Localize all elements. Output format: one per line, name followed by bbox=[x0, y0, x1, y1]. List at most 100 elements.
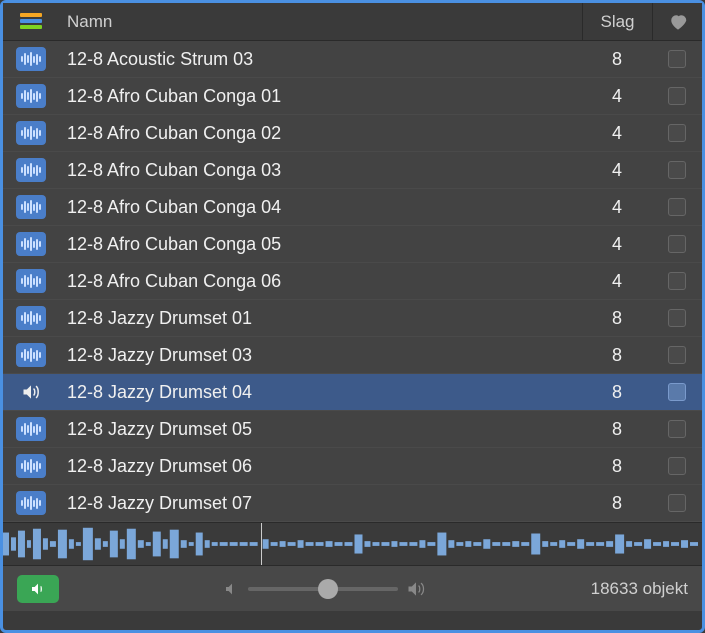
favorite-cell[interactable] bbox=[652, 124, 702, 142]
loop-beats: 8 bbox=[582, 345, 652, 366]
volume-high-icon bbox=[406, 579, 426, 599]
favorite-checkbox[interactable] bbox=[668, 457, 686, 475]
favorite-cell[interactable] bbox=[652, 494, 702, 512]
loop-beats: 4 bbox=[582, 123, 652, 144]
list-view-icon bbox=[20, 13, 42, 31]
favorite-cell[interactable] bbox=[652, 272, 702, 290]
loop-row[interactable]: 12-8 Jazzy Drumset 018 bbox=[3, 300, 702, 337]
loop-row[interactable]: 12-8 Jazzy Drumset 038 bbox=[3, 337, 702, 374]
row-type-icon-cell[interactable] bbox=[3, 343, 59, 367]
audio-loop-icon bbox=[16, 269, 46, 293]
table-header: Namn Slag bbox=[3, 3, 702, 41]
audio-loop-icon bbox=[16, 417, 46, 441]
loop-row[interactable]: 12-8 Afro Cuban Conga 064 bbox=[3, 263, 702, 300]
loop-name: 12-8 Jazzy Drumset 04 bbox=[59, 382, 582, 403]
row-type-icon-cell[interactable] bbox=[3, 158, 59, 182]
loop-row[interactable]: 12-8 Afro Cuban Conga 014 bbox=[3, 78, 702, 115]
loop-beats: 8 bbox=[582, 308, 652, 329]
loop-beats: 4 bbox=[582, 271, 652, 292]
row-type-icon-cell[interactable] bbox=[3, 417, 59, 441]
volume-slider[interactable] bbox=[248, 587, 398, 591]
favorite-checkbox[interactable] bbox=[668, 494, 686, 512]
row-type-icon-cell[interactable] bbox=[3, 491, 59, 515]
favorite-checkbox[interactable] bbox=[668, 87, 686, 105]
loop-name: 12-8 Jazzy Drumset 06 bbox=[59, 456, 582, 477]
loop-beats: 8 bbox=[582, 456, 652, 477]
audio-loop-icon bbox=[16, 47, 46, 71]
loop-row[interactable]: 12-8 Acoustic Strum 038 bbox=[3, 41, 702, 78]
audio-loop-icon bbox=[16, 454, 46, 478]
loop-name: 12-8 Afro Cuban Conga 06 bbox=[59, 271, 582, 292]
row-type-icon-cell[interactable] bbox=[3, 47, 59, 71]
favorite-checkbox[interactable] bbox=[668, 383, 686, 401]
row-type-icon-cell[interactable] bbox=[3, 454, 59, 478]
favorite-cell[interactable] bbox=[652, 161, 702, 179]
loop-row[interactable]: 12-8 Jazzy Drumset 058 bbox=[3, 411, 702, 448]
loop-beats: 4 bbox=[582, 234, 652, 255]
loop-name: 12-8 Jazzy Drumset 07 bbox=[59, 493, 582, 514]
loop-name: 12-8 Jazzy Drumset 03 bbox=[59, 345, 582, 366]
favorite-checkbox[interactable] bbox=[668, 124, 686, 142]
favorite-checkbox[interactable] bbox=[668, 235, 686, 253]
loop-beats: 8 bbox=[582, 493, 652, 514]
row-type-icon-cell[interactable] bbox=[3, 306, 59, 330]
favorite-checkbox[interactable] bbox=[668, 309, 686, 327]
volume-control bbox=[73, 579, 577, 599]
row-type-icon-cell[interactable] bbox=[3, 84, 59, 108]
loop-row[interactable]: 12-8 Afro Cuban Conga 054 bbox=[3, 226, 702, 263]
favorite-cell[interactable] bbox=[652, 346, 702, 364]
row-type-icon-cell[interactable] bbox=[3, 232, 59, 256]
speaker-icon bbox=[28, 581, 48, 597]
audio-loop-icon bbox=[16, 121, 46, 145]
loop-name: 12-8 Acoustic Strum 03 bbox=[59, 49, 582, 70]
column-header-name[interactable]: Namn bbox=[59, 12, 582, 32]
row-type-icon-cell[interactable] bbox=[3, 380, 59, 404]
favorite-cell[interactable] bbox=[652, 87, 702, 105]
loop-beats: 8 bbox=[582, 49, 652, 70]
favorite-cell[interactable] bbox=[652, 309, 702, 327]
playhead[interactable] bbox=[261, 523, 262, 565]
column-header-beats[interactable]: Slag bbox=[582, 3, 652, 40]
row-type-icon-cell[interactable] bbox=[3, 121, 59, 145]
row-type-icon-cell[interactable] bbox=[3, 195, 59, 219]
loop-beats: 4 bbox=[582, 160, 652, 181]
audio-loop-icon bbox=[16, 84, 46, 108]
preview-play-button[interactable] bbox=[17, 575, 59, 603]
volume-slider-thumb[interactable] bbox=[318, 579, 338, 599]
favorite-checkbox[interactable] bbox=[668, 346, 686, 364]
loop-list: 12-8 Acoustic Strum 03812-8 Afro Cuban C… bbox=[3, 41, 702, 522]
favorite-checkbox[interactable] bbox=[668, 161, 686, 179]
loop-name: 12-8 Afro Cuban Conga 04 bbox=[59, 197, 582, 218]
loop-name: 12-8 Afro Cuban Conga 05 bbox=[59, 234, 582, 255]
loop-name: 12-8 Afro Cuban Conga 03 bbox=[59, 160, 582, 181]
favorite-cell[interactable] bbox=[652, 198, 702, 216]
favorite-checkbox[interactable] bbox=[668, 50, 686, 68]
favorite-checkbox[interactable] bbox=[668, 272, 686, 290]
loop-row[interactable]: 12-8 Jazzy Drumset 078 bbox=[3, 485, 702, 522]
column-header-favorite[interactable] bbox=[652, 3, 702, 40]
waveform-preview[interactable] bbox=[3, 522, 702, 566]
loop-row[interactable]: 12-8 Jazzy Drumset 048 bbox=[3, 374, 702, 411]
view-mode-button[interactable] bbox=[3, 13, 59, 31]
loop-beats: 8 bbox=[582, 382, 652, 403]
audio-loop-icon bbox=[16, 195, 46, 219]
volume-low-icon bbox=[224, 581, 240, 597]
loop-name: 12-8 Jazzy Drumset 01 bbox=[59, 308, 582, 329]
heart-icon bbox=[669, 13, 687, 31]
row-type-icon-cell[interactable] bbox=[3, 269, 59, 293]
favorite-cell[interactable] bbox=[652, 50, 702, 68]
loop-row[interactable]: 12-8 Afro Cuban Conga 034 bbox=[3, 152, 702, 189]
audio-loop-icon bbox=[16, 343, 46, 367]
favorite-checkbox[interactable] bbox=[668, 420, 686, 438]
audio-loop-icon bbox=[16, 491, 46, 515]
favorite-cell[interactable] bbox=[652, 235, 702, 253]
favorite-cell[interactable] bbox=[652, 383, 702, 401]
loop-row[interactable]: 12-8 Jazzy Drumset 068 bbox=[3, 448, 702, 485]
loop-name: 12-8 Afro Cuban Conga 01 bbox=[59, 86, 582, 107]
loop-row[interactable]: 12-8 Afro Cuban Conga 024 bbox=[3, 115, 702, 152]
favorite-cell[interactable] bbox=[652, 420, 702, 438]
favorite-checkbox[interactable] bbox=[668, 198, 686, 216]
loop-row[interactable]: 12-8 Afro Cuban Conga 044 bbox=[3, 189, 702, 226]
footer-bar: 18633 objekt bbox=[3, 566, 702, 611]
favorite-cell[interactable] bbox=[652, 457, 702, 475]
